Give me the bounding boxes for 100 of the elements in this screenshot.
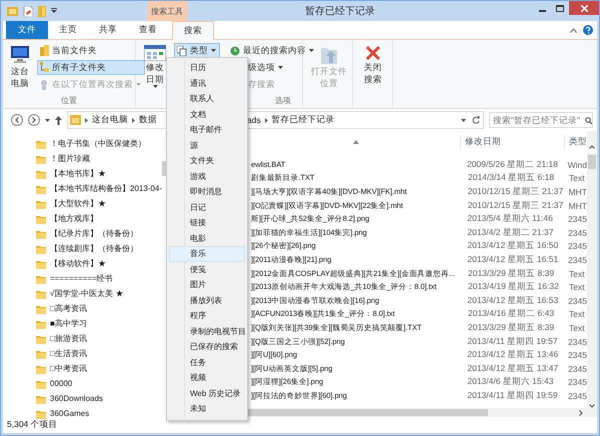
- menu-item[interactable]: 通讯: [169, 76, 245, 91]
- caret-icon[interactable]: [51, 8, 57, 14]
- menu-item[interactable]: 未知: [169, 401, 245, 416]
- table-cell-text: 2345: [567, 241, 587, 252]
- table-cell-text: 2013/4/12 星期五 16:50: [466, 240, 560, 252]
- table-cell-text: 2345: [567, 214, 587, 224]
- folder-icon: [36, 318, 46, 328]
- path-segment[interactable]: 暂存已经下记录: [272, 114, 335, 126]
- refresh-icon[interactable]: [472, 116, 480, 124]
- ribbon-button[interactable]: 当前文件夹: [37, 43, 145, 58]
- close-search-button[interactable]: 关闭搜索: [357, 43, 389, 87]
- scroll-up-icon[interactable]: [589, 145, 596, 149]
- path-segment[interactable]: 数据: [139, 114, 157, 126]
- item-count: 5,304 个项目: [7, 419, 58, 431]
- table-cell-text: 2009/5/26 星期二 21:18: [466, 158, 559, 171]
- menu-item[interactable]: 便笺: [169, 262, 245, 277]
- ribbon-tab[interactable]: 共享: [88, 21, 128, 39]
- close-button[interactable]: [569, 1, 599, 15]
- help-icon[interactable]: [583, 25, 593, 35]
- up-arrow-icon[interactable]: [55, 116, 62, 124]
- menu-item[interactable]: 任务: [169, 354, 245, 370]
- sort-caret-icon[interactable]: [353, 140, 360, 144]
- folder-name[interactable]: 【移动软件】★: [50, 258, 106, 269]
- path-segment[interactable]: ads: [247, 115, 261, 125]
- folder-name[interactable]: 【纪录片库】（待备份）: [50, 228, 138, 239]
- window-title: 暂存已经下记录: [304, 4, 376, 19]
- table-cell-text: Text: [568, 309, 586, 320]
- chevron-right-icon: [85, 118, 88, 122]
- ribbon-button[interactable]: 所有子文件夹: [37, 60, 145, 75]
- folder-name[interactable]: □高考资讯: [50, 303, 87, 314]
- folder-name[interactable]: 360Downloads: [50, 394, 103, 403]
- chevron-right-icon: [264, 118, 268, 122]
- ribbon-tab[interactable]: 查看: [128, 21, 168, 39]
- folder-name[interactable]: 【地方戏库】: [50, 213, 98, 224]
- folder-name[interactable]: 【本地书库】★: [50, 168, 106, 179]
- menu-item[interactable]: 游戏: [169, 168, 245, 184]
- menu-item[interactable]: 图片: [169, 277, 245, 292]
- table-cell-text: 2013/4/11 星期四 19:59: [466, 390, 559, 402]
- folder-name[interactable]: 【大型软件】★: [50, 198, 106, 209]
- menu-item[interactable]: 视频: [169, 370, 245, 386]
- folder-icon: [36, 198, 46, 208]
- scroll-down-icon[interactable]: [589, 404, 595, 408]
- scroll-right-icon[interactable]: [579, 410, 583, 416]
- folder-name[interactable]: ！电子书集（中医保健类）: [50, 138, 146, 149]
- folder-name[interactable]: ==========经书: [50, 273, 113, 284]
- menu-item[interactable]: 即时消息: [169, 184, 245, 200]
- file-menu-tab[interactable]: 文件: [6, 21, 48, 39]
- menu-item[interactable]: 音乐: [169, 246, 245, 262]
- scrollbar-thumb[interactable]: [588, 155, 596, 169]
- ribbon-tab[interactable]: 搜索: [172, 21, 214, 40]
- chevron-up-icon[interactable]: [570, 28, 577, 32]
- menu-item[interactable]: 文件夹: [169, 153, 245, 168]
- menu-item[interactable]: 源: [169, 138, 245, 153]
- table-cell-text: 2345: [567, 336, 587, 347]
- this-pc-button[interactable]: 这台电脑: [6, 43, 34, 95]
- folder-icon: [36, 394, 46, 404]
- type-dropdown-button[interactable]: 类型: [174, 43, 220, 58]
- folder-icon: [36, 258, 46, 268]
- scrollbar-thumb[interactable]: [248, 409, 488, 416]
- folder-name[interactable]: □中考资讯: [50, 363, 87, 374]
- menu-item[interactable]: Web 历史记录: [169, 386, 245, 401]
- folder-name[interactable]: 【连续剧库】（待备份）: [50, 243, 138, 254]
- subfolder-icon: [40, 62, 49, 73]
- folder-icon: [36, 228, 46, 238]
- table-cell-text: 2013/4/2 星期二 21:37: [466, 226, 554, 239]
- menu-item[interactable]: 播放列表: [169, 292, 245, 308]
- calendar-icon: [144, 45, 166, 61]
- menu-item[interactable]: 电影: [169, 230, 245, 246]
- document-icon[interactable]: [23, 6, 33, 16]
- folder-name[interactable]: 00000: [50, 379, 72, 388]
- folder-name[interactable]: ■高中学习: [50, 318, 87, 329]
- search-field[interactable]: 搜索"暂存已经下记录": [489, 112, 593, 128]
- folder-name[interactable]: 【本地书库结构备份】2013-04-: [50, 183, 162, 194]
- folder-name[interactable]: √国学堂-中医太美 ★: [50, 288, 124, 299]
- forward-icon[interactable]: [28, 114, 40, 126]
- back-icon[interactable]: [11, 114, 23, 126]
- folder-name[interactable]: 360Games: [50, 409, 90, 418]
- scrollbar-thumb[interactable]: [162, 161, 166, 176]
- menu-item[interactable]: 链接: [169, 215, 245, 230]
- ribbon-tab[interactable]: 主页: [48, 21, 88, 39]
- folder-icon: [40, 45, 49, 56]
- menu-item[interactable]: 联系人: [169, 91, 245, 106]
- column-header[interactable]: 修改日期: [460, 135, 564, 149]
- caret-icon[interactable]: [45, 118, 50, 122]
- menu-item[interactable]: 日记: [169, 200, 245, 215]
- computer-icon: [9, 45, 31, 65]
- table-cell-text: 2013/4/6 星期六 15:43: [466, 376, 554, 388]
- folder-icon: [36, 214, 46, 224]
- table-cell-text: 2013/4/16 星期二 6:43: [467, 308, 556, 320]
- menu-item[interactable]: 日历: [169, 60, 245, 76]
- folder-name[interactable]: □生活资讯: [50, 348, 87, 359]
- table-cell-text: 2345: [567, 350, 587, 360]
- path-segment[interactable]: 这台电脑: [92, 114, 128, 126]
- menu-item[interactable]: 录制的电视节目: [169, 324, 245, 339]
- caret-icon[interactable]: [461, 118, 466, 122]
- folder-name[interactable]: ！图片珍藏: [50, 153, 90, 164]
- table-cell-text: 2345: [567, 228, 587, 238]
- folder-name[interactable]: □旅游资讯: [50, 333, 87, 344]
- menu-item[interactable]: 程序: [169, 308, 245, 324]
- menu-item[interactable]: 已保存的搜索: [169, 339, 245, 354]
